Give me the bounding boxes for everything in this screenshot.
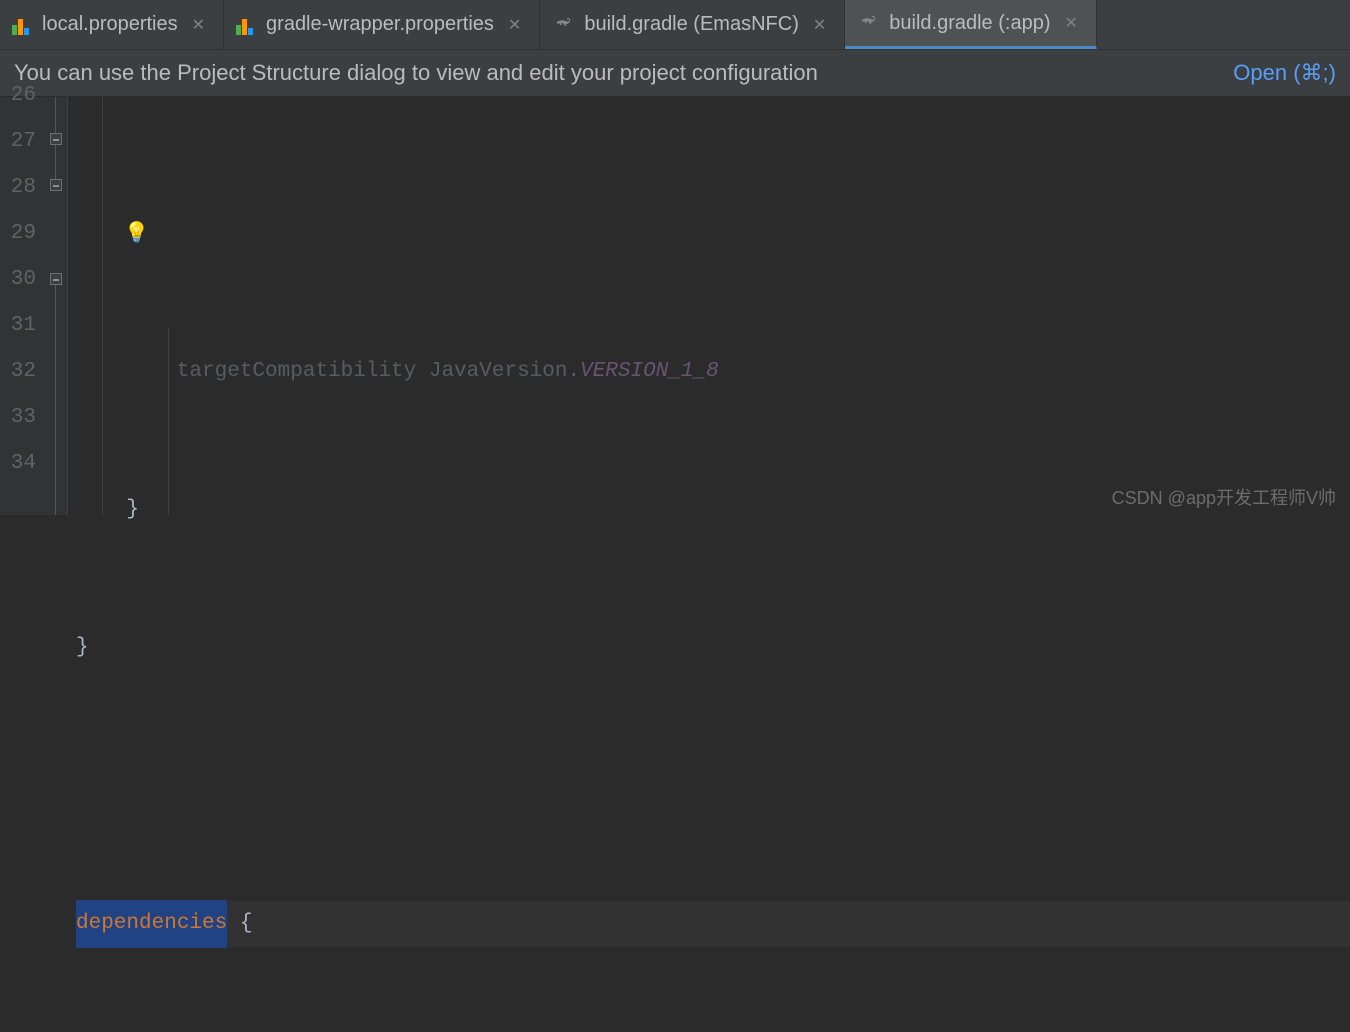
watermark-text: CSDN @app开发工程师V帅 <box>1112 484 1336 510</box>
line-number: 27 <box>0 119 36 165</box>
gradle-file-icon <box>552 14 574 36</box>
tab-label: build.gradle (EmasNFC) <box>584 13 799 36</box>
close-icon[interactable]: ✕ <box>1060 11 1081 35</box>
close-icon[interactable]: ✕ <box>504 13 525 37</box>
editor-tabs: local.properties ✕ gradle-wrapper.proper… <box>0 0 1350 50</box>
code-area[interactable]: 💡 targetCompatibility JavaVersion.VERSIO… <box>68 97 1350 515</box>
tab-build-gradle-emasnfc[interactable]: build.gradle (EmasNFC) ✕ <box>540 0 845 49</box>
line-number: 31 <box>0 303 36 349</box>
line-number: 30 <box>0 257 36 303</box>
line-number: 29 <box>0 211 36 257</box>
fold-gutter <box>46 97 68 515</box>
properties-file-icon <box>12 15 32 35</box>
line-number-gutter: 26 27 28 29 30 31 32 33 34 <box>0 97 46 515</box>
code-line: dependencies { <box>76 901 1350 947</box>
selected-keyword: dependencies <box>76 900 227 948</box>
close-icon[interactable]: ✕ <box>809 13 830 37</box>
line-number: 28 <box>0 165 36 211</box>
tab-local-properties[interactable]: local.properties ✕ <box>0 0 224 49</box>
tab-gradle-wrapper[interactable]: gradle-wrapper.properties ✕ <box>224 0 540 49</box>
fold-toggle-icon[interactable] <box>50 273 62 285</box>
code-editor[interactable]: 26 27 28 29 30 31 32 33 34 💡 targetCompa… <box>0 97 1350 515</box>
tab-label: local.properties <box>42 13 178 36</box>
code-line: } <box>76 625 1350 671</box>
fold-toggle-icon[interactable] <box>50 179 62 191</box>
tab-label: gradle-wrapper.properties <box>266 13 494 36</box>
line-number: 32 <box>0 349 36 395</box>
tab-build-gradle-app[interactable]: build.gradle (:app) ✕ <box>845 0 1097 49</box>
code-line <box>76 763 1350 809</box>
gradle-file-icon <box>857 12 879 34</box>
banner-text: You can use the Project Structure dialog… <box>14 60 818 86</box>
code-line: targetCompatibility JavaVersion.VERSION_… <box>76 349 1350 395</box>
properties-file-icon <box>236 15 256 35</box>
intention-bulb-icon[interactable]: 💡 <box>124 225 144 245</box>
line-number: 26 <box>0 73 36 119</box>
fold-toggle-icon[interactable] <box>50 133 62 145</box>
project-structure-banner: You can use the Project Structure dialog… <box>0 50 1350 97</box>
line-number: 33 <box>0 395 36 441</box>
line-number: 34 <box>0 441 36 487</box>
close-icon[interactable]: ✕ <box>188 13 209 37</box>
tab-label: build.gradle (:app) <box>889 12 1050 35</box>
open-project-structure-link[interactable]: Open (⌘;) <box>1233 60 1336 86</box>
